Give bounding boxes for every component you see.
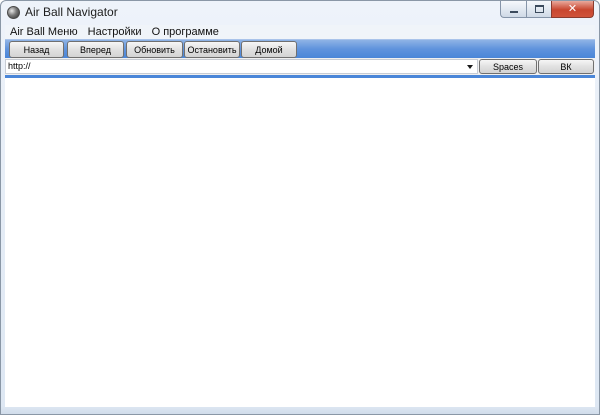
- refresh-button[interactable]: Обновить: [126, 41, 183, 58]
- window-title: Air Ball Navigator: [25, 5, 118, 19]
- vk-button[interactable]: ВК: [538, 59, 594, 74]
- close-icon: ✕: [567, 2, 578, 15]
- menu-item-air-ball-menu[interactable]: Air Ball Меню: [5, 25, 83, 39]
- menu-item-settings[interactable]: Настройки: [83, 25, 147, 39]
- address-input[interactable]: [6, 60, 465, 73]
- web-content-area[interactable]: [5, 75, 595, 407]
- air-ball-icon: [7, 6, 20, 19]
- browser-window: Air Ball Navigator ✕ Air Ball Меню Настр…: [0, 0, 600, 415]
- close-button[interactable]: ✕: [551, 1, 594, 18]
- maximize-button[interactable]: [526, 1, 551, 18]
- menu-bar: Air Ball Меню Настройки О программе: [5, 25, 595, 39]
- home-button[interactable]: Домой: [241, 41, 297, 58]
- window-controls: ✕: [500, 1, 594, 19]
- back-button[interactable]: Назад: [9, 41, 64, 58]
- address-combobox[interactable]: [5, 59, 478, 74]
- address-dropdown-button[interactable]: [463, 60, 477, 73]
- chevron-down-icon: [467, 64, 473, 69]
- stop-button[interactable]: Остановить: [184, 41, 240, 58]
- minimize-button[interactable]: [500, 1, 526, 18]
- navigation-toolbar: Назад Вперед Обновить Остановить Домой: [5, 39, 595, 58]
- menu-item-about[interactable]: О программе: [147, 25, 224, 39]
- forward-button[interactable]: Вперед: [67, 41, 124, 58]
- maximize-icon: [534, 5, 544, 13]
- minimize-icon: [509, 10, 518, 13]
- title-bar[interactable]: Air Ball Navigator ✕: [1, 1, 599, 25]
- window-bottom-border: [1, 407, 599, 414]
- address-row: Spaces ВК: [5, 58, 595, 75]
- spaces-button[interactable]: Spaces: [479, 59, 537, 74]
